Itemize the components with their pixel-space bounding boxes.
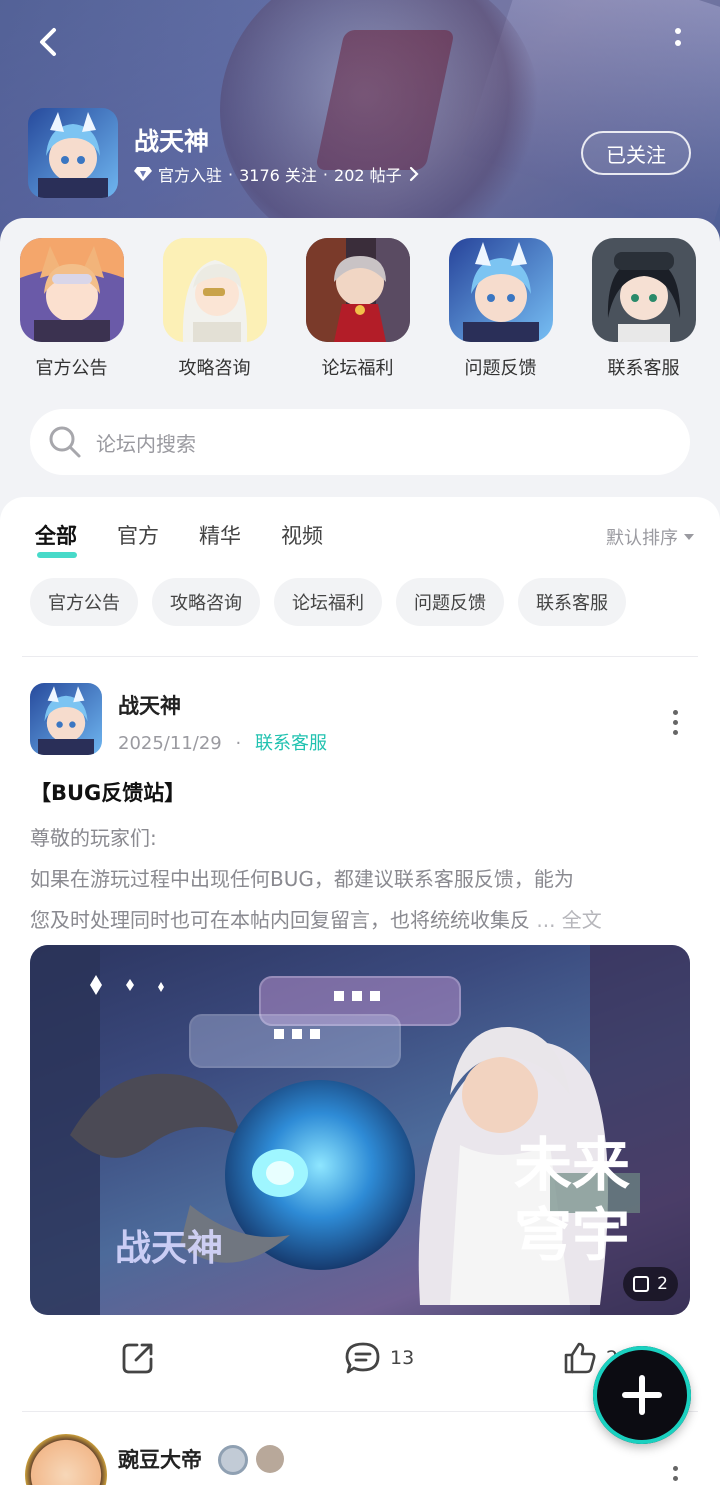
plus-icon (622, 1375, 662, 1415)
post-author-avatar[interactable] (30, 683, 102, 755)
shortcut-thumbnail (19, 238, 124, 342)
sort-label: 默认排序 (606, 528, 678, 549)
tab-all[interactable]: 全部 (35, 520, 77, 558)
title-badge-icon (256, 1445, 284, 1473)
shortcut-announcements[interactable]: 官方公告 (0, 238, 143, 380)
more-vert-icon (675, 28, 681, 34)
tab-official[interactable]: 官方 (117, 520, 159, 558)
forum-avatar (28, 108, 118, 198)
read-more-link[interactable]: ... 全文 (536, 908, 601, 932)
post-author-name[interactable]: 战天神 (118, 690, 181, 720)
share-icon (122, 1343, 153, 1374)
post-excerpt[interactable]: 尊敬的玩家们: 如果在游玩过程中出现任何BUG，都建议联系客服反馈，能为 您及时… (30, 818, 692, 941)
post-category[interactable]: 联系客服 (255, 733, 327, 754)
shortcut-label: 论坛福利 (321, 358, 394, 379)
search-icon (49, 426, 81, 458)
post-more-button[interactable] (670, 710, 680, 740)
dropdown-arrow-icon (684, 534, 694, 540)
shortcut-welfare[interactable]: 论坛福利 (286, 238, 429, 380)
shortcut-label: 攻略咨询 (178, 358, 251, 379)
follow-button[interactable]: 已关注 (581, 131, 691, 175)
diamond-icon (134, 167, 152, 181)
image-count-badge: 2 (623, 1267, 678, 1301)
level-badge-icon (218, 1445, 248, 1475)
shortcut-feedback[interactable]: 问题反馈 (429, 238, 572, 380)
official-label: 官方入驻 (158, 166, 223, 185)
shortcut-label: 官方公告 (35, 358, 108, 379)
share-button[interactable] (120, 1340, 156, 1376)
feed-tabs: 全部 官方 精华 视频 (35, 520, 323, 558)
artwork-title-2: 穹宇 (514, 1201, 630, 1269)
shortcut-label: 联系客服 (607, 358, 680, 379)
tab-video[interactable]: 视频 (281, 520, 323, 558)
divider (22, 656, 698, 657)
shortcut-thumbnail (591, 238, 696, 342)
post-title[interactable]: 【BUG反馈站】 (30, 777, 185, 807)
post-image[interactable]: 未来 穹宇 战天神 2 (30, 945, 690, 1315)
forum-search-bar[interactable]: 论坛内搜索 (30, 409, 690, 475)
category-chips: 官方公告 攻略咨询 论坛福利 问题反馈 联系客服 (30, 578, 626, 626)
posts-count: 202 帖子 (334, 166, 402, 185)
shortcut-guides[interactable]: 攻略咨询 (143, 238, 286, 380)
followers-count: 3176 关注 (239, 166, 317, 185)
post-date: 2025/11/29 (118, 733, 222, 754)
forum-title: 战天神 (134, 127, 210, 156)
comment-count: 13 (390, 1347, 415, 1369)
more-vert-icon (672, 1466, 678, 1471)
shortcut-customer-service[interactable]: 联系客服 (572, 238, 715, 380)
chevron-right-icon (409, 166, 419, 182)
more-options-button[interactable] (668, 28, 688, 58)
post-author-name[interactable]: 豌豆大帝 (118, 1444, 202, 1474)
create-post-button[interactable] (593, 1346, 691, 1444)
shortcut-thumbnail (162, 238, 267, 342)
forum-stats[interactable]: 官方入驻 · 3176 关注 · 202 帖子 (134, 162, 420, 186)
chip-feedback[interactable]: 问题反馈 (396, 578, 504, 626)
image-icon (633, 1276, 650, 1292)
shortcut-label: 问题反馈 (464, 358, 537, 379)
sort-dropdown[interactable]: 默认排序 (606, 524, 694, 550)
chip-welfare[interactable]: 论坛福利 (274, 578, 382, 626)
post-meta: 2025/11/29 · 联系客服 (118, 733, 327, 754)
shortcut-thumbnail (305, 238, 410, 342)
post-artwork: 未来 穹宇 战天神 (30, 945, 690, 1315)
artwork-title-1: 未来 (514, 1131, 630, 1199)
chip-customer-service[interactable]: 联系客服 (518, 578, 626, 626)
chip-announcements[interactable]: 官方公告 (30, 578, 138, 626)
shortcut-thumbnail (448, 238, 553, 342)
search-placeholder: 论坛内搜索 (96, 431, 196, 456)
post-more-button[interactable] (670, 1466, 680, 1485)
thumbs-up-icon (564, 1342, 596, 1374)
comment-button[interactable]: 13 (344, 1340, 414, 1376)
artwork-logo: 战天神 (115, 1228, 223, 1269)
chip-guides[interactable]: 攻略咨询 (152, 578, 260, 626)
chevron-left-icon (40, 28, 56, 56)
comment-icon (345, 1342, 380, 1374)
back-button[interactable] (30, 22, 70, 62)
tab-featured[interactable]: 精华 (199, 520, 241, 558)
more-vert-icon (672, 710, 678, 715)
shortcut-row: 官方公告 攻略咨询 论坛福利 问题反馈 联系客服 (0, 238, 720, 380)
